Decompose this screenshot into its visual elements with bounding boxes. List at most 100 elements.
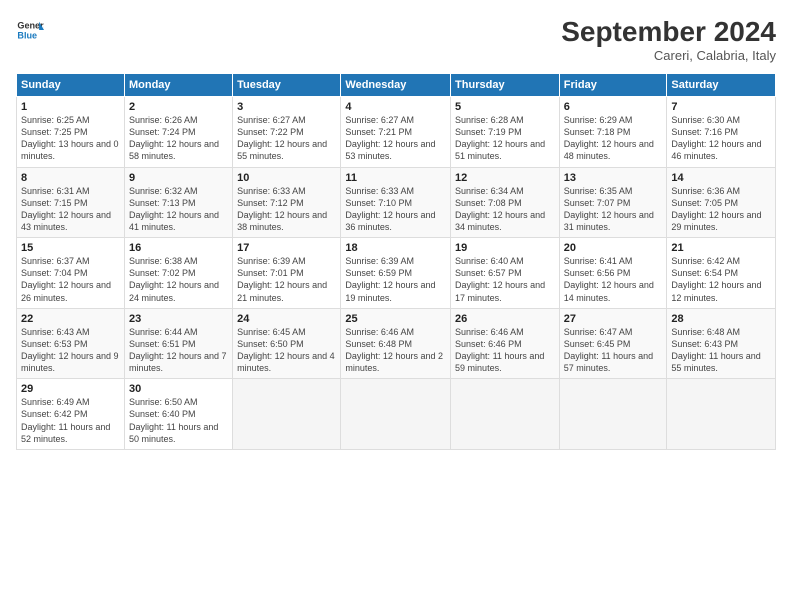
calendar-cell-29: 29Sunrise: 6:49 AMSunset: 6:42 PMDayligh… [17, 379, 125, 450]
day-info: Sunrise: 6:26 AMSunset: 7:24 PMDaylight:… [129, 114, 228, 163]
calendar-cell-10: 10Sunrise: 6:33 AMSunset: 7:12 PMDayligh… [233, 167, 341, 238]
day-info: Sunrise: 6:43 AMSunset: 6:53 PMDaylight:… [21, 326, 120, 375]
day-info: Sunrise: 6:48 AMSunset: 6:43 PMDaylight:… [671, 326, 771, 375]
calendar-cell-9: 9Sunrise: 6:32 AMSunset: 7:13 PMDaylight… [124, 167, 232, 238]
day-number: 8 [21, 172, 120, 184]
calendar-cell-3: 3Sunrise: 6:27 AMSunset: 7:22 PMDaylight… [233, 97, 341, 168]
header-wednesday: Wednesday [341, 74, 451, 97]
day-info: Sunrise: 6:32 AMSunset: 7:13 PMDaylight:… [129, 185, 228, 234]
day-number: 19 [455, 242, 555, 254]
day-info: Sunrise: 6:34 AMSunset: 7:08 PMDaylight:… [455, 185, 555, 234]
calendar-cell-23: 23Sunrise: 6:44 AMSunset: 6:51 PMDayligh… [124, 308, 232, 379]
header-monday: Monday [124, 74, 232, 97]
day-info: Sunrise: 6:33 AMSunset: 7:10 PMDaylight:… [345, 185, 446, 234]
calendar-cell-18: 18Sunrise: 6:39 AMSunset: 6:59 PMDayligh… [341, 238, 451, 309]
day-info: Sunrise: 6:29 AMSunset: 7:18 PMDaylight:… [564, 114, 663, 163]
day-info: Sunrise: 6:46 AMSunset: 6:46 PMDaylight:… [455, 326, 555, 375]
day-number: 23 [129, 313, 228, 325]
day-number: 11 [345, 172, 446, 184]
page: General Blue September 2024 Careri, Cala… [0, 0, 792, 460]
day-info: Sunrise: 6:35 AMSunset: 7:07 PMDaylight:… [564, 185, 663, 234]
calendar-cell-30: 30Sunrise: 6:50 AMSunset: 6:40 PMDayligh… [124, 379, 232, 450]
day-number: 28 [671, 313, 771, 325]
day-number: 15 [21, 242, 120, 254]
header-tuesday: Tuesday [233, 74, 341, 97]
day-number: 24 [237, 313, 336, 325]
calendar-cell-4: 4Sunrise: 6:27 AMSunset: 7:21 PMDaylight… [341, 97, 451, 168]
day-number: 17 [237, 242, 336, 254]
day-number: 2 [129, 101, 228, 113]
day-info: Sunrise: 6:30 AMSunset: 7:16 PMDaylight:… [671, 114, 771, 163]
calendar-cell-27: 27Sunrise: 6:47 AMSunset: 6:45 PMDayligh… [559, 308, 667, 379]
calendar-cell-33 [451, 379, 560, 450]
calendar-cell-11: 11Sunrise: 6:33 AMSunset: 7:10 PMDayligh… [341, 167, 451, 238]
calendar-cell-2: 2Sunrise: 6:26 AMSunset: 7:24 PMDaylight… [124, 97, 232, 168]
day-number: 4 [345, 101, 446, 113]
logo: General Blue [16, 16, 44, 44]
calendar-cell-21: 21Sunrise: 6:42 AMSunset: 6:54 PMDayligh… [667, 238, 776, 309]
calendar-cell-25: 25Sunrise: 6:46 AMSunset: 6:48 PMDayligh… [341, 308, 451, 379]
day-number: 9 [129, 172, 228, 184]
calendar-cell-20: 20Sunrise: 6:41 AMSunset: 6:56 PMDayligh… [559, 238, 667, 309]
header-thursday: Thursday [451, 74, 560, 97]
day-number: 12 [455, 172, 555, 184]
day-number: 5 [455, 101, 555, 113]
day-number: 27 [564, 313, 663, 325]
day-info: Sunrise: 6:47 AMSunset: 6:45 PMDaylight:… [564, 326, 663, 375]
calendar-cell-32 [341, 379, 451, 450]
day-number: 30 [129, 383, 228, 395]
calendar-cell-34 [559, 379, 667, 450]
day-info: Sunrise: 6:49 AMSunset: 6:42 PMDaylight:… [21, 396, 120, 445]
calendar-cell-5: 5Sunrise: 6:28 AMSunset: 7:19 PMDaylight… [451, 97, 560, 168]
day-info: Sunrise: 6:46 AMSunset: 6:48 PMDaylight:… [345, 326, 446, 375]
day-info: Sunrise: 6:27 AMSunset: 7:21 PMDaylight:… [345, 114, 446, 163]
day-number: 14 [671, 172, 771, 184]
week-row-4: 22Sunrise: 6:43 AMSunset: 6:53 PMDayligh… [17, 308, 776, 379]
calendar-cell-24: 24Sunrise: 6:45 AMSunset: 6:50 PMDayligh… [233, 308, 341, 379]
title-block: September 2024 Careri, Calabria, Italy [561, 16, 776, 63]
day-number: 21 [671, 242, 771, 254]
header-sunday: Sunday [17, 74, 125, 97]
day-number: 16 [129, 242, 228, 254]
logo-icon: General Blue [16, 16, 44, 44]
week-row-1: 1Sunrise: 6:25 AMSunset: 7:25 PMDaylight… [17, 97, 776, 168]
day-number: 6 [564, 101, 663, 113]
day-number: 13 [564, 172, 663, 184]
calendar-cell-19: 19Sunrise: 6:40 AMSunset: 6:57 PMDayligh… [451, 238, 560, 309]
day-info: Sunrise: 6:28 AMSunset: 7:19 PMDaylight:… [455, 114, 555, 163]
day-info: Sunrise: 6:44 AMSunset: 6:51 PMDaylight:… [129, 326, 228, 375]
day-info: Sunrise: 6:31 AMSunset: 7:15 PMDaylight:… [21, 185, 120, 234]
calendar-cell-15: 15Sunrise: 6:37 AMSunset: 7:04 PMDayligh… [17, 238, 125, 309]
day-number: 3 [237, 101, 336, 113]
day-info: Sunrise: 6:45 AMSunset: 6:50 PMDaylight:… [237, 326, 336, 375]
calendar-cell-31 [233, 379, 341, 450]
day-info: Sunrise: 6:27 AMSunset: 7:22 PMDaylight:… [237, 114, 336, 163]
subtitle: Careri, Calabria, Italy [561, 48, 776, 63]
day-number: 20 [564, 242, 663, 254]
day-info: Sunrise: 6:39 AMSunset: 6:59 PMDaylight:… [345, 255, 446, 304]
day-number: 25 [345, 313, 446, 325]
svg-text:Blue: Blue [17, 30, 37, 40]
calendar-cell-1: 1Sunrise: 6:25 AMSunset: 7:25 PMDaylight… [17, 97, 125, 168]
day-number: 7 [671, 101, 771, 113]
calendar-cell-17: 17Sunrise: 6:39 AMSunset: 7:01 PMDayligh… [233, 238, 341, 309]
day-number: 1 [21, 101, 120, 113]
calendar-cell-22: 22Sunrise: 6:43 AMSunset: 6:53 PMDayligh… [17, 308, 125, 379]
week-row-5: 29Sunrise: 6:49 AMSunset: 6:42 PMDayligh… [17, 379, 776, 450]
calendar-cell-7: 7Sunrise: 6:30 AMSunset: 7:16 PMDaylight… [667, 97, 776, 168]
day-info: Sunrise: 6:41 AMSunset: 6:56 PMDaylight:… [564, 255, 663, 304]
day-number: 10 [237, 172, 336, 184]
calendar-cell-26: 26Sunrise: 6:46 AMSunset: 6:46 PMDayligh… [451, 308, 560, 379]
calendar-cell-16: 16Sunrise: 6:38 AMSunset: 7:02 PMDayligh… [124, 238, 232, 309]
week-row-3: 15Sunrise: 6:37 AMSunset: 7:04 PMDayligh… [17, 238, 776, 309]
day-info: Sunrise: 6:36 AMSunset: 7:05 PMDaylight:… [671, 185, 771, 234]
day-number: 18 [345, 242, 446, 254]
day-number: 26 [455, 313, 555, 325]
weekday-header-row: Sunday Monday Tuesday Wednesday Thursday… [17, 74, 776, 97]
day-number: 22 [21, 313, 120, 325]
calendar-cell-35 [667, 379, 776, 450]
calendar-cell-14: 14Sunrise: 6:36 AMSunset: 7:05 PMDayligh… [667, 167, 776, 238]
day-number: 29 [21, 383, 120, 395]
calendar-cell-8: 8Sunrise: 6:31 AMSunset: 7:15 PMDaylight… [17, 167, 125, 238]
day-info: Sunrise: 6:33 AMSunset: 7:12 PMDaylight:… [237, 185, 336, 234]
